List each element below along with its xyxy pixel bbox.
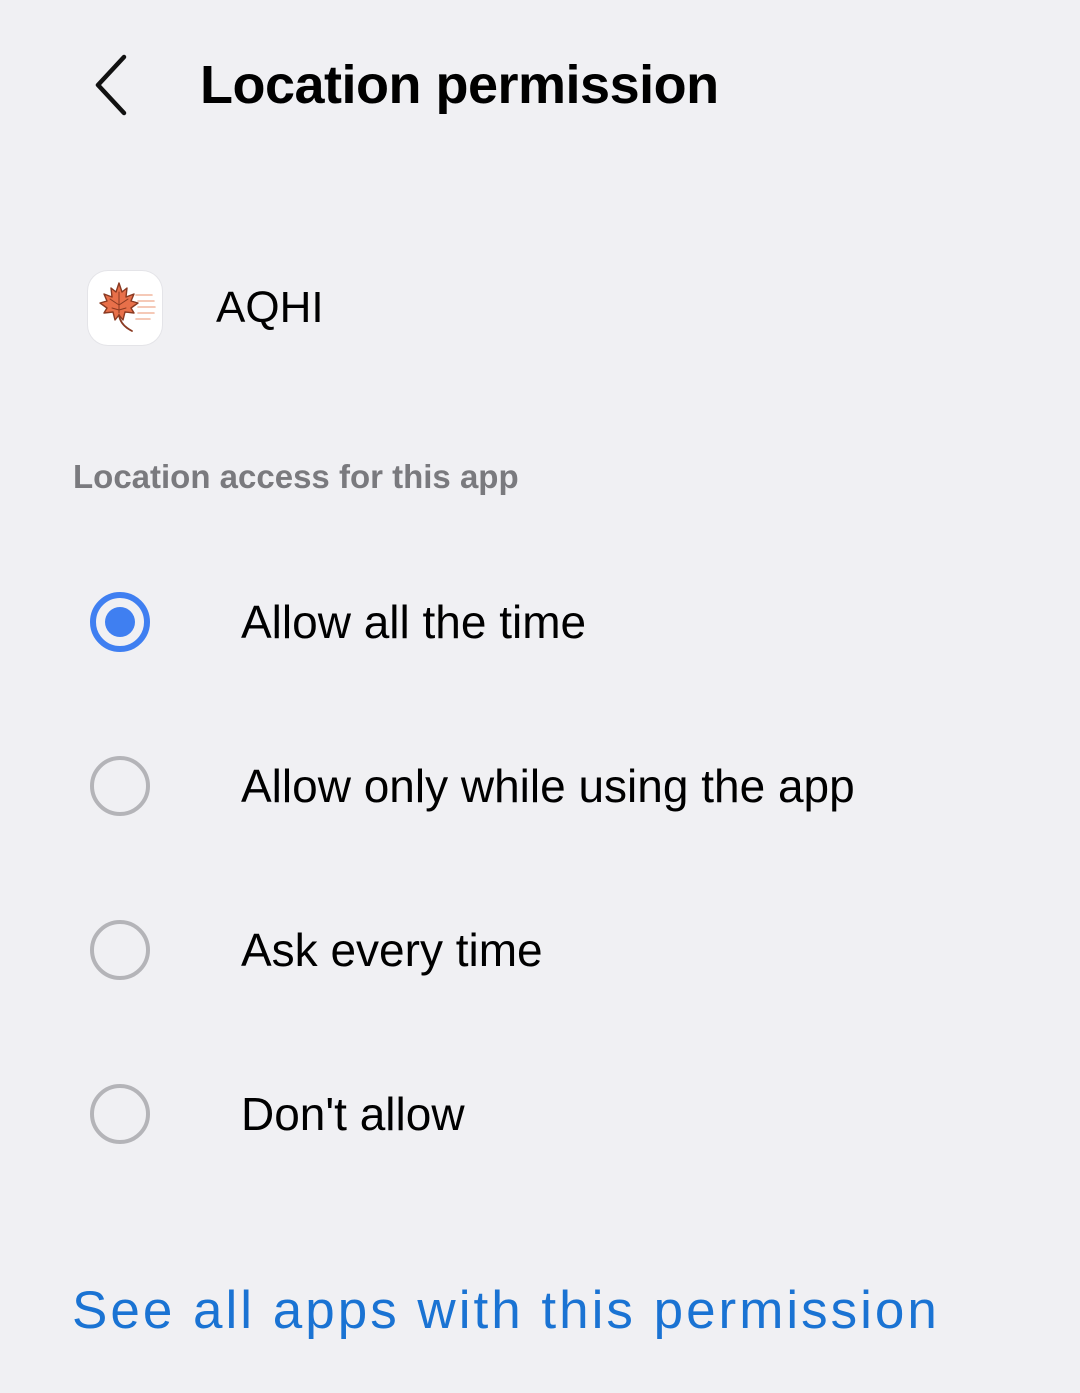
section-header: Location access for this app (73, 458, 519, 495)
page-title: Location permission (200, 55, 719, 115)
app-icon (88, 271, 162, 345)
chevron-left-icon (95, 54, 127, 116)
maple-leaf-icon (99, 282, 156, 332)
option-dont-allow[interactable]: Don't allow (0, 1032, 1080, 1196)
permission-options: Allow all the time Allow only while usin… (0, 540, 1080, 1196)
option-label: Don't allow (241, 1088, 465, 1140)
option-allow-while-using[interactable]: Allow only while using the app (0, 704, 1080, 868)
back-button[interactable] (72, 40, 152, 130)
option-label: Allow all the time (241, 596, 587, 648)
radio-button[interactable] (90, 1084, 150, 1144)
app-bar: Location permission (0, 0, 1080, 170)
radio-button[interactable] (90, 920, 150, 980)
option-allow-all-the-time[interactable]: Allow all the time (0, 540, 1080, 704)
radio-button-selected[interactable] (90, 592, 150, 652)
option-ask-every-time[interactable]: Ask every time (0, 868, 1080, 1032)
app-info-row: AQHI (88, 270, 324, 346)
radio-button[interactable] (90, 756, 150, 816)
app-name: AQHI (216, 283, 324, 332)
option-label: Ask every time (241, 924, 543, 976)
option-label: Allow only while using the app (241, 760, 855, 812)
see-all-apps-link[interactable]: See all apps with this permission (72, 1276, 940, 1346)
